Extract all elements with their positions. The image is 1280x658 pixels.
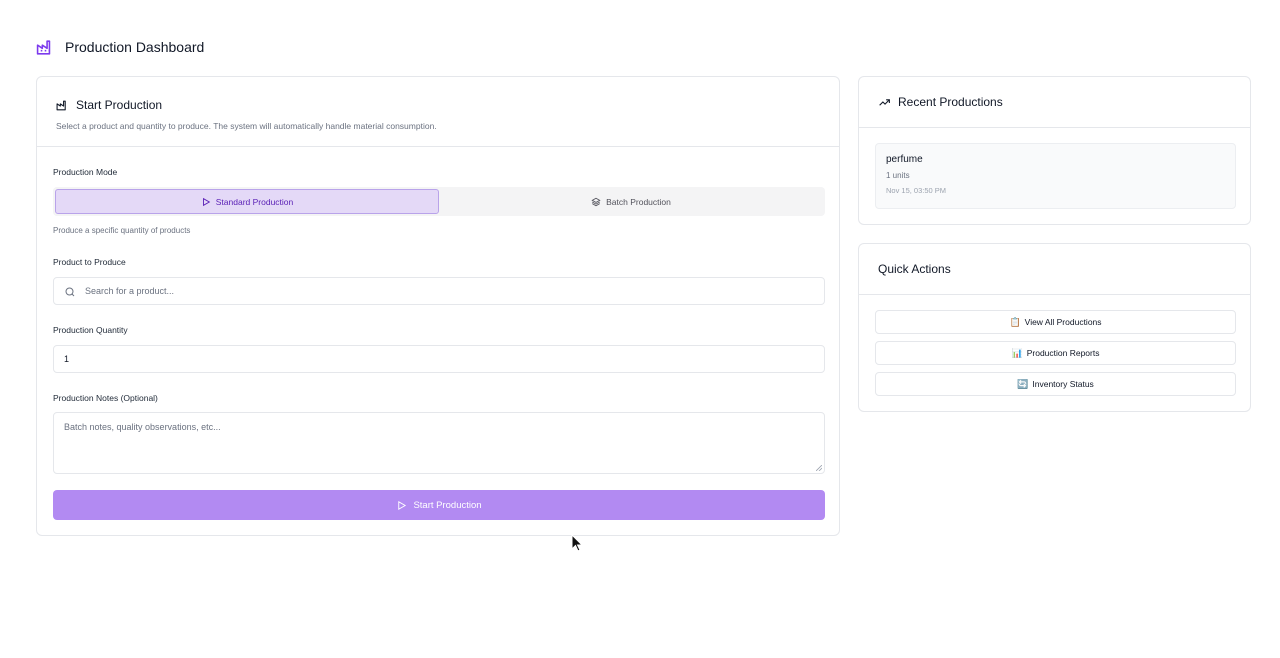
standard-production-button[interactable]: Standard Production xyxy=(55,189,439,214)
mode-hint: Produce a specific quantity of products xyxy=(53,226,191,235)
quantity-input[interactable]: 1 xyxy=(53,345,825,373)
quantity-value: 1 xyxy=(64,354,70,364)
quick-actions-card: Quick Actions 📋 View All Productions 📊 P… xyxy=(858,243,1251,412)
mouse-cursor-icon xyxy=(571,534,583,552)
quick-actions-header: Quick Actions xyxy=(859,244,1250,295)
card-title: Start Production xyxy=(76,98,163,112)
production-reports-button[interactable]: 📊 Production Reports xyxy=(875,341,1236,365)
play-icon xyxy=(396,500,407,511)
trending-up-icon xyxy=(878,96,891,109)
product-search-input[interactable]: Search for a product... xyxy=(53,277,825,305)
batch-production-button[interactable]: Batch Production xyxy=(439,189,823,214)
factory-icon xyxy=(36,38,55,57)
card-description: Select a product and quantity to produce… xyxy=(56,121,437,131)
page-title: Production Dashboard xyxy=(65,39,205,55)
inventory-status-label: Inventory Status xyxy=(1032,379,1094,389)
clipboard-icon: 📋 xyxy=(1009,316,1021,327)
standard-production-label: Standard Production xyxy=(215,196,294,207)
list-item[interactable]: perfume 1 units Nov 15, 03:50 PM xyxy=(875,143,1236,209)
product-search-placeholder: Search for a product... xyxy=(85,286,175,296)
quantity-label: Production Quantity xyxy=(53,325,128,335)
batch-production-label: Batch Production xyxy=(606,196,671,207)
production-time: Nov 15, 03:50 PM xyxy=(886,186,947,195)
notes-label: Production Notes (Optional) xyxy=(53,393,158,403)
page-header: Production Dashboard xyxy=(36,36,204,58)
production-units: 1 units xyxy=(886,171,910,180)
start-production-button[interactable]: Start Production xyxy=(53,490,825,520)
bar-chart-icon: 📊 xyxy=(1011,347,1023,358)
layers-icon xyxy=(591,197,601,207)
view-all-productions-button[interactable]: 📋 View All Productions xyxy=(875,310,1236,334)
start-production-button-label: Start Production xyxy=(413,499,482,511)
notes-textarea[interactable]: Batch notes, quality observations, etc..… xyxy=(53,412,825,474)
play-icon xyxy=(201,197,211,207)
factory-icon xyxy=(56,99,69,112)
resize-grip-icon[interactable] xyxy=(816,465,822,471)
start-production-card: Start Production Select a product and qu… xyxy=(36,76,840,536)
start-production-header: Start Production Select a product and qu… xyxy=(37,77,839,147)
view-all-productions-label: View All Productions xyxy=(1024,317,1102,327)
notes-placeholder: Batch notes, quality observations, etc..… xyxy=(64,422,221,432)
production-reports-label: Production Reports xyxy=(1026,348,1100,358)
refresh-icon: 🔄 xyxy=(1017,378,1029,389)
recent-productions-card: Recent Productions perfume 1 units Nov 1… xyxy=(858,76,1251,225)
production-mode-label: Production Mode xyxy=(53,167,118,177)
search-icon xyxy=(64,286,76,298)
product-label: Product to Produce xyxy=(53,257,126,267)
production-name: perfume xyxy=(886,154,923,165)
recent-productions-title: Recent Productions xyxy=(898,95,1003,109)
production-mode-switch: Standard Production Batch Production xyxy=(53,187,825,216)
inventory-status-button[interactable]: 🔄 Inventory Status xyxy=(875,372,1236,396)
recent-productions-header: Recent Productions xyxy=(859,77,1250,128)
quick-actions-title: Quick Actions xyxy=(878,262,951,276)
